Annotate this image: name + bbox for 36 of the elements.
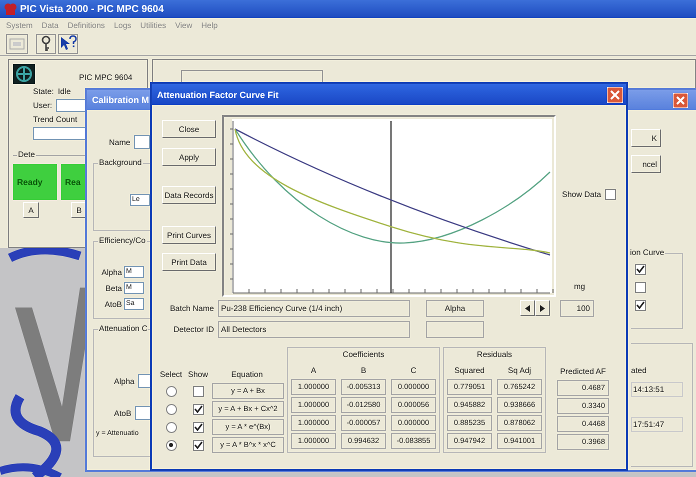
column-header: C	[410, 365, 416, 377]
batch-name-label: Batch Name	[168, 304, 215, 312]
field-label: AtoB	[114, 408, 132, 418]
state-label: State:	[33, 87, 54, 96]
instrument-name: PIC MPC 9604	[79, 73, 132, 84]
column-header: Predicted AF	[560, 366, 606, 378]
group-title: Dete	[17, 150, 36, 159]
group-title: Attenuation C	[98, 324, 148, 333]
show-data-label: Show Data	[562, 190, 602, 199]
user-label: User:	[33, 101, 52, 110]
field-label: Alpha	[102, 268, 122, 276]
window-title: PIC Vista 2000 - PIC MPC 9604	[20, 4, 164, 14]
dialog-title: Calibration M	[92, 95, 150, 105]
group-title: ion Curve	[629, 248, 666, 257]
group-title: Background	[98, 158, 143, 167]
column-header: Equation	[231, 369, 263, 381]
detector-status-tile: Ready	[13, 164, 57, 200]
name-label: Name	[109, 138, 130, 146]
group-title: Residuals	[476, 350, 512, 359]
column-header: Squared	[454, 365, 485, 377]
field-label: Alpha	[114, 376, 134, 386]
group-title: Efficiency/Co	[98, 236, 147, 245]
column-header: A	[310, 365, 316, 377]
field-label: AtoB	[104, 300, 122, 308]
group-title: Coefficients	[342, 350, 384, 359]
trend-count-label: Trend Count	[33, 115, 78, 124]
column-header: Sq Adj	[508, 365, 532, 377]
state-value: Idle	[58, 87, 71, 96]
unit-label: mg	[574, 282, 586, 291]
column-header: Select	[160, 369, 182, 381]
column-header: B	[360, 365, 366, 377]
field-label: Beta	[106, 284, 122, 292]
column-header: Show	[188, 369, 208, 381]
group-title: ated	[631, 366, 647, 375]
detector-id-label: Detector ID	[172, 324, 215, 334]
dialog-title: Attenuation Factor Curve Fit	[157, 90, 279, 100]
